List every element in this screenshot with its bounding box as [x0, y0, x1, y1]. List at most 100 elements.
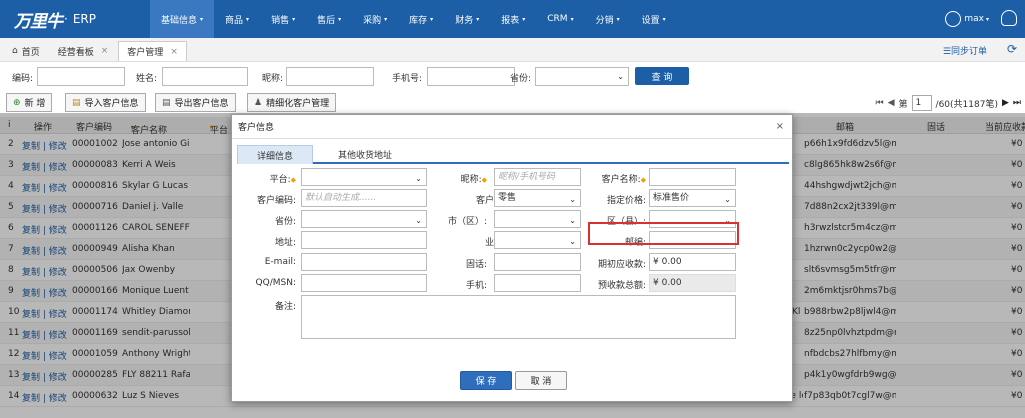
nick-input[interactable]: 昵称/手机号码 [494, 168, 581, 186]
phone-input[interactable] [427, 67, 515, 86]
tab-home[interactable]: ⌂ 首页 [4, 41, 48, 61]
platform-label: 平台:◆ [269, 175, 296, 185]
nav-item[interactable]: 销售 ▾ [260, 0, 306, 38]
customer-name-label: 客户名称:◆ [601, 175, 646, 185]
nav-item[interactable]: 财务 ▾ [444, 0, 490, 38]
nav-item[interactable]: 设置 ▾ [631, 0, 677, 38]
email-label: E-mail: [264, 257, 296, 267]
cancel-button[interactable]: 取 消 [515, 371, 567, 390]
code-input[interactable] [37, 67, 125, 86]
close-icon[interactable]: × [776, 121, 784, 132]
nav-item[interactable]: 售后 ▾ [306, 0, 352, 38]
brand-name: 万里牛 [14, 11, 63, 32]
sync-orders-link[interactable]: ☰同步订单 [943, 44, 987, 57]
chevron-down-icon: ⌄ [569, 216, 576, 225]
province-label: 省份: [510, 74, 532, 84]
user-name: max [964, 14, 984, 24]
search-bar: 编码: 姓名: 昵称: 手机号: 省份: ⌄ [0, 65, 1025, 89]
qq-input[interactable] [301, 274, 427, 292]
remark-textarea[interactable] [301, 295, 736, 339]
nav-item[interactable]: 商品 ▾ [214, 0, 260, 38]
refine-label: 精细化客户管理 [266, 99, 330, 109]
page-input[interactable]: 1 [911, 95, 932, 111]
province-label: 省份: [274, 217, 296, 227]
last-page-icon[interactable]: ⏭ [1013, 98, 1021, 108]
nav-item[interactable]: 基础信息 ▾ [150, 0, 215, 38]
chevron-down-icon: ▾ [246, 15, 250, 23]
nav-item-label: 销售 [271, 15, 290, 26]
first-page-icon[interactable]: ⏮ [876, 98, 884, 108]
customer-info-dialog: 客户信息 × 详细信息 其他收货地址 平台:◆ ⌄ 昵称:◆ 昵称/手机号码 客… [231, 114, 793, 402]
city-select[interactable]: ⌄ [494, 210, 581, 228]
opening-receivable-input[interactable]: ¥ 0.00 [649, 253, 736, 271]
refine-button[interactable]: ♟ 精细化客户管理 [247, 93, 337, 112]
email-input[interactable] [301, 253, 427, 271]
customer-type-select[interactable]: 零售 ⌄ [494, 189, 581, 207]
salesman-select[interactable]: ⌄ [494, 231, 581, 249]
price-label: 指定价格: [606, 196, 646, 206]
tab-label: 首页 [21, 47, 40, 58]
chevron-down-icon: ⌄ [617, 72, 624, 81]
nav-item[interactable]: 库存 ▾ [398, 0, 444, 38]
refresh-icon[interactable]: ⟳ [1007, 42, 1017, 56]
tab-dashboard[interactable]: 经营看板 × [50, 41, 117, 61]
province-select[interactable]: ⌄ [301, 210, 427, 228]
nav-item-label: 商品 [225, 15, 244, 26]
code-label: 编码: [12, 74, 34, 84]
nick-label: 昵称: [262, 74, 284, 84]
query-button[interactable]: 查 询 [635, 67, 689, 85]
prev-page-icon[interactable]: ◀ [888, 98, 895, 108]
price-select[interactable]: 标准售价 ⌄ [649, 189, 736, 207]
phone-label: 手机号: [392, 74, 423, 84]
customer-name-input[interactable] [649, 168, 736, 186]
chevron-down-icon: ▾ [662, 15, 666, 23]
chevron-down-icon: ⌄ [724, 195, 731, 204]
chevron-down-icon: ⌄ [569, 195, 576, 204]
nav-item[interactable]: 分销 ▾ [585, 0, 631, 38]
dialog-tabs: 详细信息 其他收货地址 [237, 145, 789, 164]
notification-icon[interactable] [1001, 10, 1017, 26]
nav-item[interactable]: CRM ▾ [536, 0, 584, 38]
close-icon[interactable]: × [101, 46, 109, 56]
tel-input[interactable] [494, 253, 581, 271]
mobile-input[interactable] [494, 274, 581, 292]
platform-select[interactable]: ⌄ [301, 168, 427, 186]
nav-item-label: 售后 [317, 15, 336, 26]
nav-item-label: CRM [547, 14, 568, 24]
chevron-down-icon: ▾ [430, 15, 434, 23]
chevron-down-icon: ⌄ [569, 237, 576, 246]
highlight-box [588, 222, 739, 245]
tab-customer-management[interactable]: 客户管理 × [118, 41, 187, 61]
close-icon[interactable]: × [170, 47, 178, 57]
customer-code-label: 客户编码: [256, 196, 296, 206]
export-button[interactable]: ▤ 导出客户信息 [155, 93, 236, 112]
user-icon: ♟ [254, 97, 263, 108]
province-select[interactable]: ⌄ [535, 67, 629, 86]
customer-code-input[interactable]: 默认自动生成...... [301, 189, 427, 207]
new-label: 新 增 [24, 99, 46, 109]
new-button[interactable]: ⊕ 新 增 [6, 93, 53, 112]
nav-item[interactable]: 报表 ▾ [490, 0, 536, 38]
next-page-icon[interactable]: ▶ [1002, 98, 1009, 108]
pager: ⏮ ◀ 第 1 /60(共1187笔) ▶ ⏭ [876, 95, 1021, 111]
nick-input[interactable] [286, 67, 374, 86]
address-label: 地址: [274, 238, 296, 248]
chevron-down-icon: ▾ [570, 15, 574, 23]
save-button[interactable]: 保 存 [460, 371, 512, 390]
name-input[interactable] [162, 67, 248, 86]
nav-item[interactable]: 采购 ▾ [352, 0, 398, 38]
nav-item-label: 财务 [455, 15, 474, 26]
main-menu: 基础信息 ▾ 商品 ▾ 销售 ▾ 售后 ▾ 采购 ▾ 库存 ▾ 财务 ▾ 报表 ▾ CRM ▾ 分销 ▾ 设置 ▾ [150, 0, 677, 38]
import-label: 导入客户信息 [84, 99, 139, 109]
nav-item-label: 设置 [641, 15, 660, 26]
tab-label: 客户管理 [127, 48, 164, 58]
tab-other-addresses[interactable]: 其他收货地址 [321, 145, 409, 164]
page-prefix: 第 [898, 99, 908, 110]
user-menu[interactable]: max ▾ [945, 0, 989, 38]
dialog-title: 客户信息 [238, 123, 275, 133]
tab-details[interactable]: 详细信息 [237, 145, 313, 164]
prepaid-total-label: 预收款总额: [597, 281, 646, 291]
import-button[interactable]: ▤ 导入客户信息 [65, 93, 146, 112]
app-logo[interactable]: 万里牛 · ERP [0, 0, 150, 38]
address-input[interactable] [301, 231, 427, 249]
